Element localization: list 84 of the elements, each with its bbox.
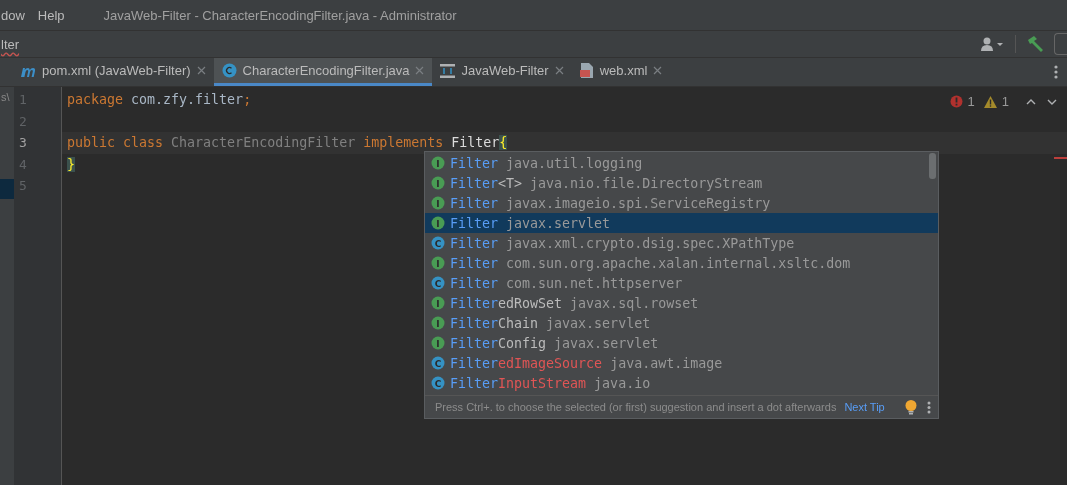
package-name: com.sun.org.apache.xalan.internal.xsltc.dom	[506, 255, 851, 271]
warning-count: 1	[1001, 94, 1009, 109]
menu-item[interactable]: Help	[37, 7, 65, 23]
completion-item[interactable]: I Filter javax.servlet	[425, 213, 938, 233]
structure-icon	[440, 63, 456, 78]
suggestion-name: Filter	[450, 195, 499, 211]
package-name: java.nio.file.DirectoryStream	[530, 175, 763, 191]
error-count: 1	[967, 94, 975, 109]
more-icon[interactable]	[1054, 65, 1058, 79]
type-icon: C	[431, 356, 445, 370]
editor-tab[interactable]: pom.xml (JavaWeb-Filter)	[12, 58, 214, 86]
package-name: javax.xml.crypto.dsig.spec.XPathType	[506, 235, 795, 251]
package-name: javax.imageio.spi.ServiceRegistry	[506, 195, 771, 211]
suggestion-name: FilterInputStream	[450, 375, 587, 391]
chevron-up-icon[interactable]	[1026, 98, 1036, 105]
window-title: JavaWeb-Filter - CharacterEncodingFilter.java - Administrator	[103, 7, 457, 23]
completion-item[interactable]: C Filter com.sun.net.httpserver	[425, 273, 938, 293]
breadcrumb[interactable]: lter	[1, 36, 20, 52]
error-icon	[949, 95, 963, 108]
suggestion-name: Filter	[450, 235, 499, 251]
suggestion-name: FilterConfig	[450, 335, 547, 351]
error-stripe-mark	[1054, 157, 1067, 159]
suggestion-name: FilteredRowSet	[450, 295, 563, 311]
type-icon: I	[431, 296, 445, 310]
project-item-highlight	[0, 179, 14, 199]
package-name: javax.servlet	[506, 215, 611, 231]
suggestion-name: Filter	[450, 255, 499, 271]
code-line: package com.zfy.filter;	[67, 92, 252, 107]
package-name: javax.servlet	[554, 335, 659, 351]
code-line: public class CharacterEncodingFilter implements Filter{	[67, 135, 508, 151]
completion-item[interactable]: I Filter java.util.logging	[425, 153, 938, 173]
type-icon: I	[431, 196, 445, 210]
completion-item[interactable]: I Filter javax.imageio.spi.ServiceRegistry	[425, 193, 938, 213]
more-icon[interactable]	[926, 400, 931, 414]
hammer-icon[interactable]	[1026, 36, 1044, 52]
package-name: java.io	[594, 375, 651, 391]
suggestion-name: FilterChain	[450, 315, 539, 331]
warning-icon	[983, 95, 997, 108]
completion-item[interactable]: I Filter com.sun.org.apache.xalan.internal.xsltc.dom	[425, 253, 938, 273]
project-path-fragment: s\	[1, 91, 11, 103]
editor-tab[interactable]: CharacterEncodingFilter.java	[213, 58, 433, 86]
close-icon[interactable]	[554, 66, 564, 75]
package-name: java.util.logging	[506, 155, 643, 171]
package-name: javax.sql.rowset	[570, 295, 699, 311]
completion-item[interactable]: C FilteredImageSource java.awt.image	[425, 353, 938, 373]
completion-item[interactable]: I FilterChain javax.servlet	[425, 313, 938, 333]
type-icon: C	[431, 276, 445, 290]
type-icon: C	[431, 376, 445, 390]
lightbulb-icon[interactable]	[904, 399, 917, 415]
type-icon: C	[431, 236, 445, 250]
type-icon: I	[431, 216, 445, 230]
package-name: java.awt.image	[610, 355, 723, 371]
class-icon	[221, 63, 237, 78]
close-icon[interactable]	[415, 66, 425, 75]
package-name: com.sun.net.httpserver	[506, 275, 683, 291]
close-icon[interactable]	[653, 66, 663, 75]
line-number: 3	[18, 134, 28, 153]
toolbar-button[interactable]	[1054, 33, 1067, 55]
completion-item[interactable]: C FilterInputStream java.io	[425, 373, 938, 393]
completion-item[interactable]: I FilterConfig javax.servlet	[425, 333, 938, 353]
hint-text: Press Ctrl+. to choose the selected (or first) suggestion and insert a dot afterwards	[435, 401, 837, 413]
suggestion-name: Filter<T>	[450, 175, 523, 191]
xml-file-icon	[579, 63, 594, 78]
type-icon: I	[431, 316, 445, 330]
editor-tab[interactable]: JavaWeb-Filter	[432, 58, 572, 86]
type-icon: I	[431, 176, 445, 190]
completion-item[interactable]: I Filter<T> java.nio.file.DirectoryStream	[425, 173, 938, 193]
suggestion-name: Filter	[450, 215, 499, 231]
next-tip-link[interactable]: Next Tip	[844, 401, 885, 413]
chevron-down-icon[interactable]	[1047, 98, 1057, 105]
completion-item[interactable]: C Filter javax.xml.crypto.dsig.spec.XPathType	[425, 233, 938, 253]
package-name: javax.servlet	[546, 315, 651, 331]
menu-item[interactable]: dow	[1, 7, 25, 23]
completion-item[interactable]: I FilteredRowSet javax.sql.rowset	[425, 293, 938, 313]
type-icon: I	[431, 156, 445, 170]
close-icon[interactable]	[196, 66, 206, 75]
scrollbar-thumb[interactable]	[929, 153, 936, 179]
user-icon[interactable]	[981, 37, 1005, 51]
suggestion-name: Filter	[450, 155, 499, 171]
type-icon: I	[431, 256, 445, 270]
suggestion-name: FilteredImageSource	[450, 355, 603, 371]
suggestion-name: Filter	[450, 275, 499, 291]
type-icon: I	[431, 336, 445, 350]
editor-tab[interactable]: web.xml	[571, 58, 671, 86]
